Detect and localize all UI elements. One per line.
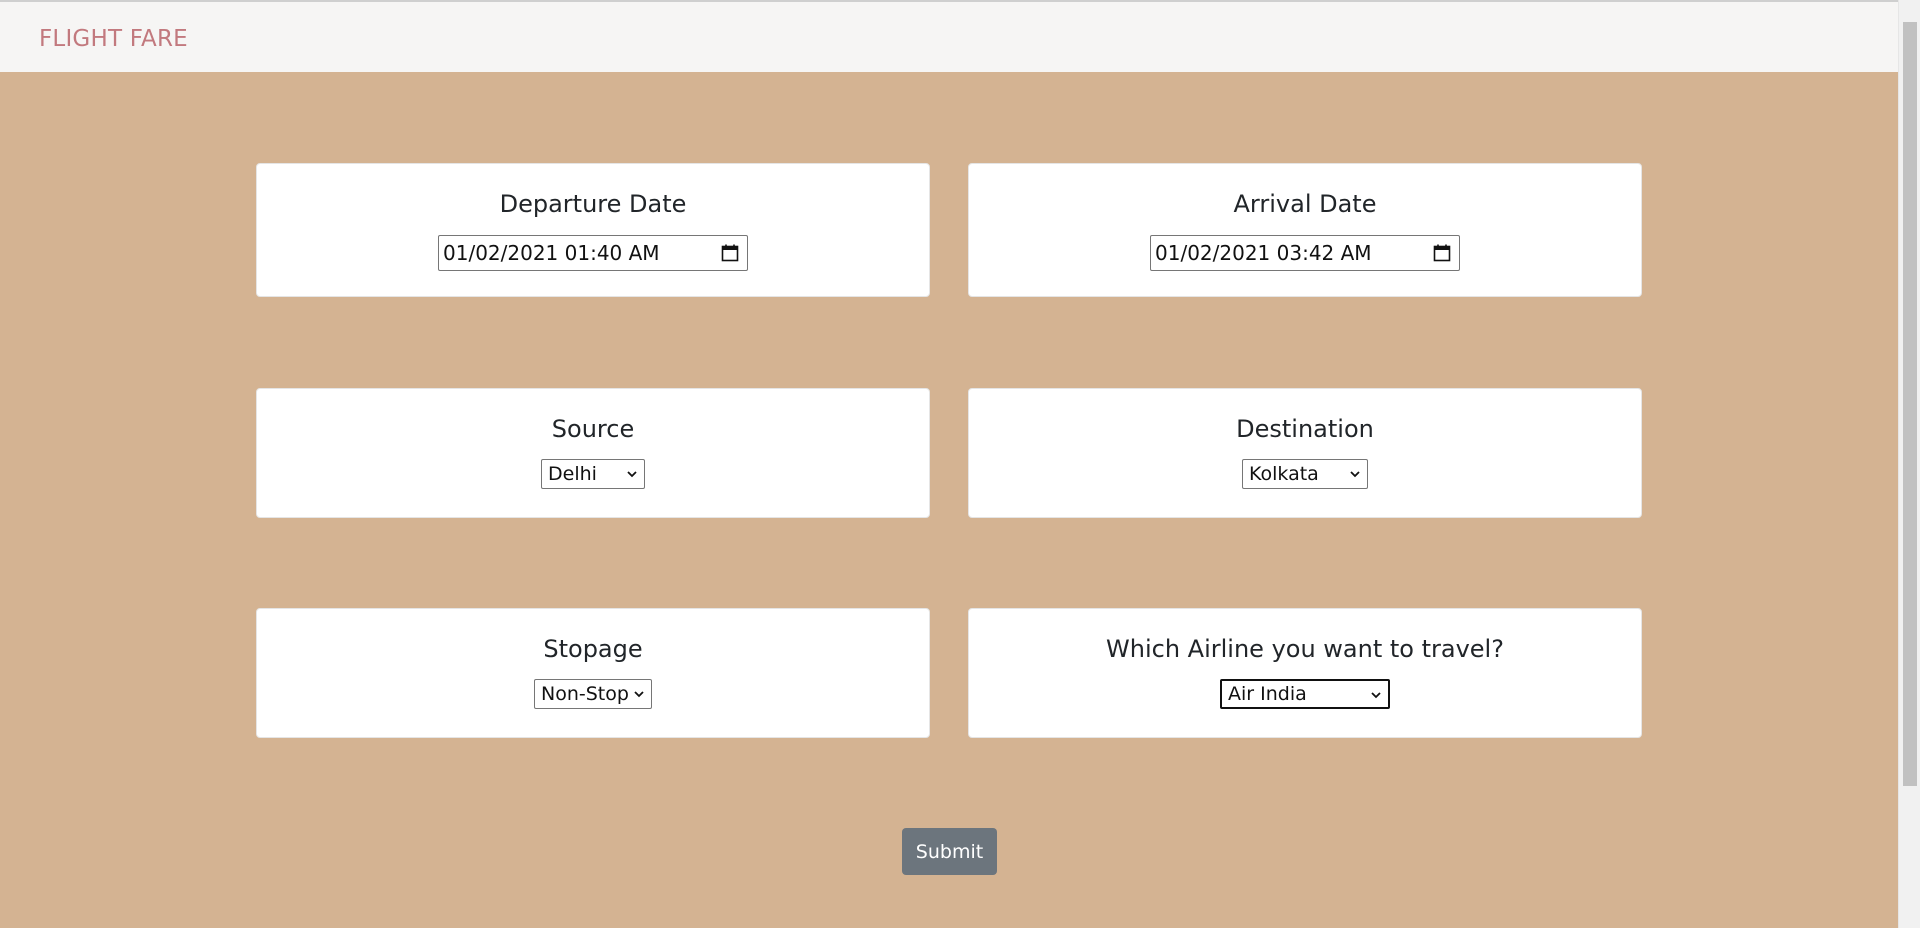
brand-title[interactable]: FLIGHT FARE xyxy=(39,26,188,52)
chevron-down-icon xyxy=(634,691,644,698)
airline-select[interactable]: Air India xyxy=(1220,679,1390,709)
chevron-down-icon xyxy=(627,471,637,478)
airline-card: Which Airline you want to travel? Air In… xyxy=(968,608,1642,738)
airline-label: Which Airline you want to travel? xyxy=(1106,635,1504,663)
destination-value: Kolkata xyxy=(1249,463,1319,485)
arrival-date-input[interactable]: 01/02/2021 03:42 AM xyxy=(1150,235,1460,271)
departure-date-card: Departure Date 01/02/2021 01:40 AM xyxy=(256,163,930,297)
arrival-date-label: Arrival Date xyxy=(1233,190,1377,218)
submit-button[interactable]: Submit xyxy=(902,828,997,875)
source-card: Source Delhi xyxy=(256,388,930,518)
chevron-down-icon xyxy=(1350,471,1360,478)
chevron-down-icon xyxy=(1371,692,1381,699)
stopage-card: Stopage Non-Stop xyxy=(256,608,930,738)
airline-value: Air India xyxy=(1228,683,1307,705)
stopage-value: Non-Stop xyxy=(541,683,629,705)
source-label: Source xyxy=(551,415,635,443)
source-value: Delhi xyxy=(548,463,597,485)
vertical-scrollbar[interactable] xyxy=(1898,0,1920,928)
calendar-icon[interactable] xyxy=(1433,244,1451,262)
calendar-icon[interactable] xyxy=(721,244,739,262)
stopage-label: Stopage xyxy=(543,635,643,663)
destination-card: Destination Kolkata xyxy=(968,388,1642,518)
departure-date-input[interactable]: 01/02/2021 01:40 AM xyxy=(438,235,748,271)
flight-form: Departure Date 01/02/2021 01:40 AM Arriv… xyxy=(0,72,1898,928)
departure-date-label: Departure Date xyxy=(499,190,687,218)
scrollbar-thumb[interactable] xyxy=(1903,22,1917,786)
arrival-date-value: 01/02/2021 03:42 AM xyxy=(1155,241,1372,265)
navbar: FLIGHT FARE xyxy=(0,0,1898,72)
arrival-date-card: Arrival Date 01/02/2021 03:42 AM xyxy=(968,163,1642,297)
source-select[interactable]: Delhi xyxy=(541,459,645,489)
destination-label: Destination xyxy=(1236,415,1374,443)
destination-select[interactable]: Kolkata xyxy=(1242,459,1368,489)
departure-date-value: 01/02/2021 01:40 AM xyxy=(443,241,660,265)
stopage-select[interactable]: Non-Stop xyxy=(534,679,652,709)
